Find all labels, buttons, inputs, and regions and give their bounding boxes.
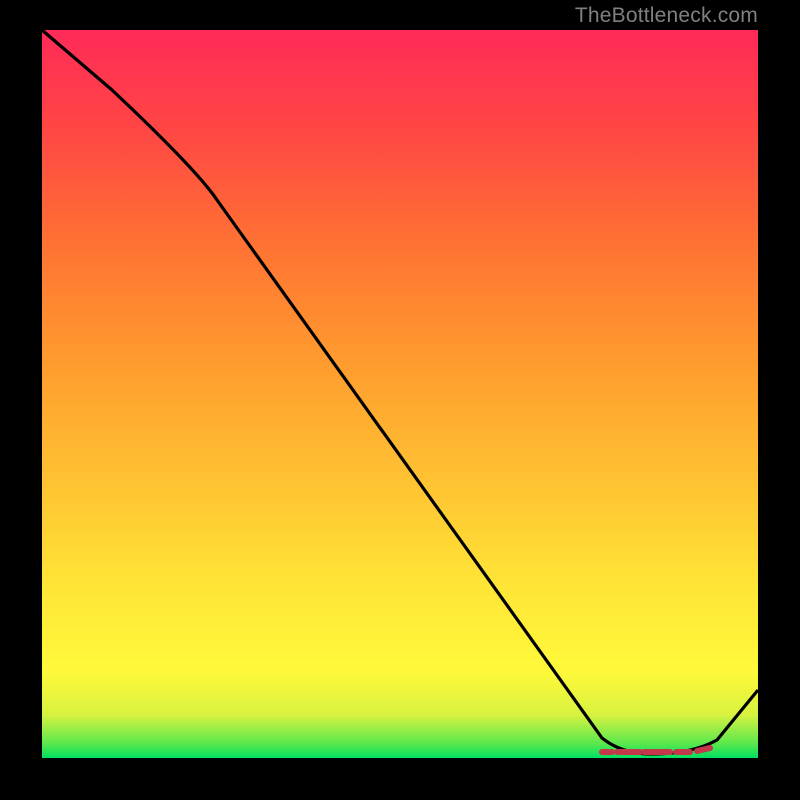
plot-area [42,30,758,758]
watermark-text: TheBottleneck.com [575,4,758,28]
bottleneck-curve [42,30,758,754]
chart-frame: TheBottleneck.com [0,0,800,800]
curve-svg [42,30,758,758]
